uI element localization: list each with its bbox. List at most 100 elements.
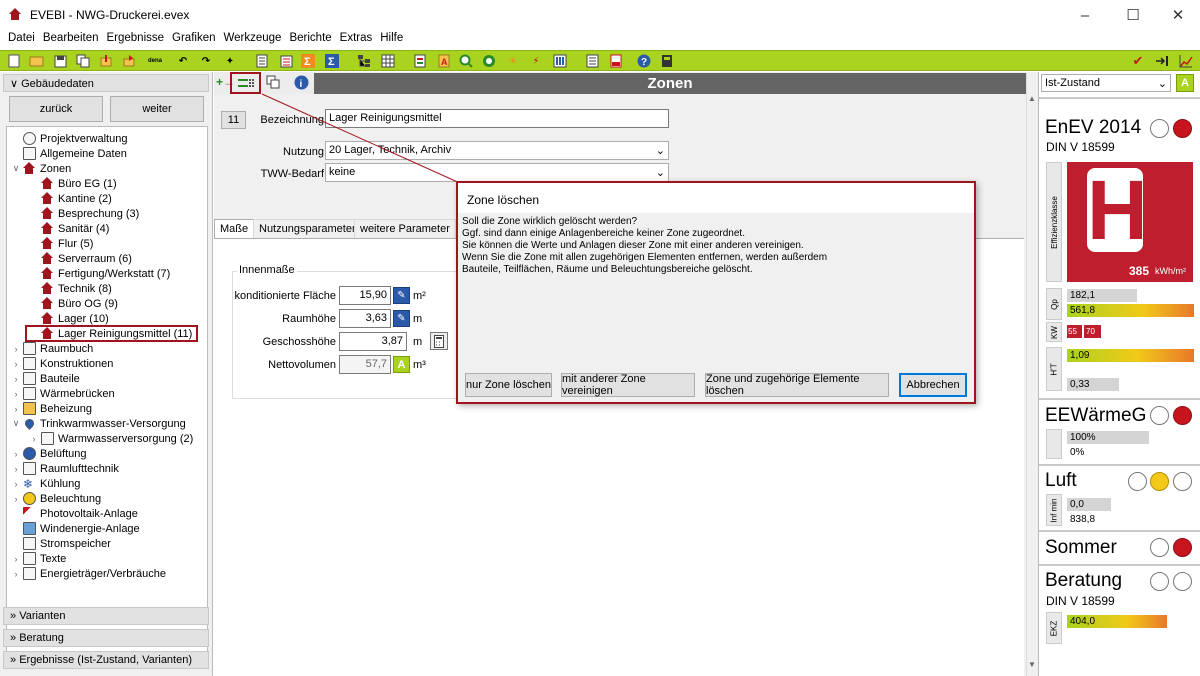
- tree-node[interactable]: › Energieträger/Verbräuche: [11, 566, 166, 581]
- next-button[interactable]: weiter: [110, 96, 204, 122]
- new-file-icon[interactable]: [6, 53, 22, 69]
- maximize-icon[interactable]: ☐: [1110, 0, 1156, 30]
- scroll-up-icon[interactable]: ▲: [1028, 94, 1036, 103]
- merge-zone-button[interactable]: mit anderer Zone vereinigen: [561, 373, 695, 397]
- tree-node[interactable]: Fertigung/Werkstatt (7): [29, 266, 170, 281]
- tree-node[interactable]: Büro OG (9): [29, 296, 118, 311]
- tree-node[interactable]: › Texte: [11, 551, 66, 566]
- help-icon[interactable]: ?: [636, 53, 652, 69]
- tree-node[interactable]: Besprechung (3): [29, 206, 139, 221]
- tree-node[interactable]: Flur (5): [29, 236, 93, 251]
- class-a-icon[interactable]: A: [1176, 74, 1194, 92]
- menu-extras[interactable]: Extras: [336, 30, 377, 48]
- delete-zone-button[interactable]: [230, 72, 261, 94]
- tree-node[interactable]: › Raumlufttechnik: [11, 461, 119, 476]
- tree-structure-icon[interactable]: [356, 53, 372, 69]
- calculator-icon[interactable]: [659, 53, 675, 69]
- section-gebaeudedaten[interactable]: ∨ Gebäudedaten: [3, 74, 209, 92]
- copy-icon[interactable]: [75, 53, 91, 69]
- tree-node[interactable]: › Belüftung: [11, 446, 86, 461]
- info-icon[interactable]: i: [294, 75, 310, 91]
- undo-icon[interactable]: ↶: [175, 53, 191, 69]
- energy-pass-icon[interactable]: [412, 53, 428, 69]
- tree-node[interactable]: ∨ Trinkwarmwasser-Versorgung: [11, 416, 186, 431]
- tree-node[interactable]: › Beheizung: [11, 401, 92, 416]
- report-icon[interactable]: [254, 53, 270, 69]
- expand-arrow-icon[interactable]: ›: [11, 359, 21, 369]
- tree-node[interactable]: › Beleuchtung: [11, 491, 101, 506]
- tree-node[interactable]: Serverraum (6): [29, 251, 132, 266]
- state-select[interactable]: Ist-Zustand ⌄: [1041, 74, 1171, 92]
- edit-pencil-icon[interactable]: ✎: [393, 287, 410, 304]
- delete-zone-only-button[interactable]: nur Zone löschen: [465, 373, 552, 397]
- expand-arrow-icon[interactable]: ›: [11, 449, 21, 459]
- menu-datei[interactable]: Datei: [4, 30, 39, 48]
- redo-icon[interactable]: ↷: [198, 53, 214, 69]
- trend-chart-icon[interactable]: [1178, 53, 1194, 69]
- menu-bearbeiten[interactable]: Bearbeiten: [39, 30, 103, 48]
- back-button[interactable]: zurück: [9, 96, 103, 122]
- expand-arrow-icon[interactable]: ›: [11, 494, 21, 504]
- calculator-icon[interactable]: [430, 332, 448, 350]
- delete-zone-and-elements-button[interactable]: Zone und zugehörige Elemente löschen: [705, 373, 889, 397]
- grid-icon[interactable]: [380, 53, 396, 69]
- vertical-scrollbar[interactable]: ▲ ▼: [1026, 72, 1038, 676]
- tree-node[interactable]: › Raumbuch: [11, 341, 93, 356]
- menu-ergebnisse[interactable]: Ergebnisse: [102, 30, 168, 48]
- bezeichnung-field[interactable]: Lager Reinigungsmittel: [325, 109, 669, 128]
- pdf-icon[interactable]: [608, 53, 624, 69]
- minimize-icon[interactable]: –: [1062, 0, 1108, 30]
- open-folder-icon[interactable]: [28, 53, 44, 69]
- tree-node[interactable]: › Warmwasserversorgung (2): [29, 431, 193, 446]
- scroll-down-icon[interactable]: ▼: [1028, 660, 1036, 669]
- expand-arrow-icon[interactable]: ›: [11, 464, 21, 474]
- calculator-list-icon[interactable]: [584, 53, 600, 69]
- section-varianten[interactable]: » Varianten: [3, 607, 209, 625]
- arrow-to-bar-icon[interactable]: [1154, 53, 1170, 69]
- tab-nutzungsparameter[interactable]: Nutzungsparameter: [253, 219, 362, 238]
- expand-arrow-icon[interactable]: ›: [29, 434, 39, 444]
- globe-icon[interactable]: [481, 53, 497, 69]
- nutzung-select[interactable]: 20 Lager, Technik, Archiv ⌄: [325, 141, 669, 160]
- tree-node[interactable]: Kantine (2): [29, 191, 112, 206]
- expand-arrow-icon[interactable]: ›: [11, 344, 21, 354]
- building-tree[interactable]: Projektverwaltung Allgemeine Daten ∨ Zonen B…: [6, 126, 208, 666]
- checkmark-icon[interactable]: ✔: [1130, 53, 1146, 69]
- tree-node[interactable]: Stromspeicher: [11, 536, 111, 551]
- tree-node[interactable]: › Konstruktionen: [11, 356, 113, 371]
- tree-node[interactable]: Sanitär (4): [29, 221, 109, 236]
- tab-weitere-parameter[interactable]: weitere Parameter: [354, 219, 456, 238]
- sun-icon[interactable]: ☀: [505, 53, 521, 69]
- tree-node[interactable]: › Wärmebrücken: [11, 386, 115, 401]
- save-icon[interactable]: [52, 53, 68, 69]
- copy-zone-icon[interactable]: [266, 75, 282, 91]
- auto-calc-a-icon[interactable]: A: [393, 356, 410, 373]
- tree-node[interactable]: Lager (10): [29, 311, 109, 326]
- geschosshoehe-input[interactable]: 3,87: [339, 332, 407, 351]
- edit-pencil-icon[interactable]: ✎: [393, 310, 410, 327]
- tree-node[interactable]: ∨ Zonen: [11, 161, 71, 176]
- tree-node[interactable]: Technik (8): [29, 281, 112, 296]
- menu-grafiken[interactable]: Grafiken: [168, 30, 219, 48]
- expand-arrow-icon[interactable]: ›: [11, 569, 21, 579]
- magnifier-icon[interactable]: [458, 53, 474, 69]
- list-icon[interactable]: [278, 53, 294, 69]
- expand-arrow-icon[interactable]: ›: [11, 374, 21, 384]
- section-beratung[interactable]: » Beratung: [3, 629, 209, 647]
- tree-node[interactable]: › Bauteile: [11, 371, 80, 386]
- section-ergebnisse[interactable]: » Ergebnisse (Ist-Zustand, Varianten): [3, 651, 209, 669]
- expand-arrow-icon[interactable]: ›: [11, 554, 21, 564]
- menu-berichte[interactable]: Berichte: [285, 30, 335, 48]
- collapse-arrow-icon[interactable]: ∨: [11, 418, 21, 429]
- class-a-icon[interactable]: A: [436, 53, 452, 69]
- raumhoehe-input[interactable]: 3,63: [339, 309, 391, 328]
- expand-arrow-icon[interactable]: ›: [11, 479, 21, 489]
- tree-node[interactable]: Photovoltaik-Anlage: [11, 506, 138, 521]
- collapse-arrow-icon[interactable]: ∨: [11, 163, 21, 174]
- wizard-icon[interactable]: ✦: [222, 53, 238, 69]
- lightning-icon[interactable]: ⚡: [528, 53, 544, 69]
- tree-node[interactable]: Büro EG (1): [29, 176, 117, 191]
- export-icon[interactable]: [121, 53, 137, 69]
- import-icon[interactable]: [98, 53, 114, 69]
- sum-blue-icon[interactable]: Σ: [324, 53, 340, 69]
